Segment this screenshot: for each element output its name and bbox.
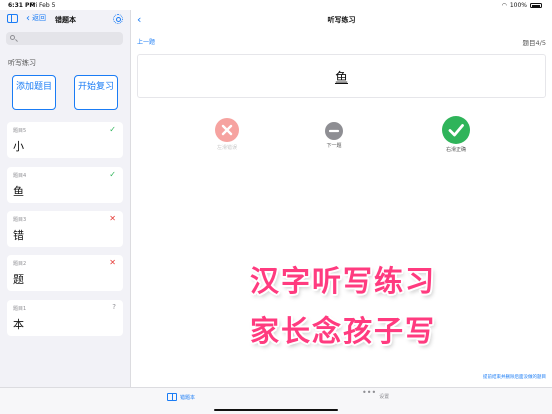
end-early-link[interactable]: 提前结束并删除后面没做的题目 (483, 374, 546, 380)
question-char: 错 (13, 229, 24, 242)
start-review-button[interactable]: 开始复习 (74, 75, 118, 110)
check-icon: ✓ (109, 125, 116, 134)
list-item[interactable]: 题目4 鱼 ✓ (7, 167, 123, 203)
previous-question-button[interactable]: 上一题 (137, 37, 155, 46)
tab-mistake-book-label: 错题本 (180, 394, 196, 401)
check-circle-icon (442, 116, 470, 144)
sidebar-title: 错题本 (55, 16, 76, 24)
wifi-icon: ◠ (501, 2, 507, 9)
question-char: 鱼 (13, 185, 24, 198)
list-item[interactable]: 题目5 小 ✓ (7, 122, 123, 158)
battery-percent: 100% (509, 2, 527, 9)
book-icon (167, 393, 177, 401)
sidebar-toggle-icon[interactable] (7, 14, 18, 23)
home-indicator (214, 409, 338, 411)
list-item[interactable]: 题目2 题 ✕ (7, 255, 123, 291)
question-char: 小 (13, 140, 24, 153)
next-question-button[interactable]: 下一题 (317, 122, 351, 149)
tab-bar: 错题本 ••• 设置 (0, 387, 552, 414)
back-button[interactable]: ‹ 返回 (26, 13, 46, 23)
mark-wrong-button[interactable]: 左滑错误 (201, 118, 253, 151)
close-circle-icon (215, 118, 239, 142)
promo-line-1: 汉字听写练习 (249, 264, 436, 298)
page-title: 听写练习 (327, 16, 356, 24)
status-right: ◠ 100% (502, 2, 542, 9)
tab-settings-label: 设置 (379, 394, 390, 400)
next-question-label: 下一题 (326, 143, 342, 149)
promo-line-2: 家长念孩子写 (249, 314, 436, 348)
mark-right-label: 右滑正确 (445, 147, 466, 153)
cross-icon: ✕ (109, 214, 116, 223)
progress-indicator: 题目4/5 (522, 39, 546, 47)
sidebar: ‹ 返回 错题本 听写练习 添加题目 开始复习 题目5 小 ✓ 题目4 鱼 ✓ … (0, 10, 131, 387)
question-char: 题 (13, 273, 24, 286)
tab-settings[interactable]: ••• 设置 (362, 387, 390, 400)
search-bar[interactable] (6, 32, 123, 45)
search-input[interactable] (18, 32, 118, 45)
question-label: 题目1 (13, 306, 27, 312)
current-word: 鱼 (334, 71, 348, 86)
word-card[interactable]: 鱼 (137, 54, 546, 98)
mark-wrong-label: 左滑错误 (216, 145, 237, 151)
question-label: 题目3 (13, 217, 27, 223)
minus-circle-icon (325, 122, 343, 140)
status-bar: 6:31 PM Fri Feb 5 ◠ 100% (0, 0, 552, 10)
sidebar-header: ‹ 返回 错题本 (0, 10, 131, 30)
question-char: 本 (13, 318, 24, 331)
question-label: 题目5 (13, 128, 27, 134)
gear-icon[interactable] (113, 14, 123, 24)
more-dots-icon: ••• (362, 387, 377, 397)
add-question-button[interactable]: 添加题目 (12, 75, 56, 110)
main-panel: ‹ 听写练习 上一题 题目4/5 鱼 左滑错误 下一题 右滑正确 汉字听写练习 … (131, 10, 552, 387)
mark-right-button[interactable]: 右滑正确 (431, 116, 481, 153)
status-date: Fri Feb 5 (30, 2, 56, 9)
question-label: 题目4 (13, 173, 27, 179)
battery-icon (530, 3, 542, 8)
list-item[interactable]: 题目3 错 ✕ (7, 211, 123, 247)
chevron-left-icon: ‹ (26, 12, 30, 24)
search-icon (10, 35, 15, 40)
question-mark-icon: ? (112, 303, 116, 311)
cross-icon: ✕ (109, 258, 116, 267)
tab-mistake-book[interactable]: 错题本 (167, 393, 195, 401)
list-item[interactable]: 题目1 本 ? (7, 300, 123, 336)
question-label: 题目2 (13, 261, 27, 267)
back-label: 返回 (32, 14, 46, 22)
section-title: 听写练习 (8, 59, 36, 67)
check-icon: ✓ (109, 170, 116, 179)
